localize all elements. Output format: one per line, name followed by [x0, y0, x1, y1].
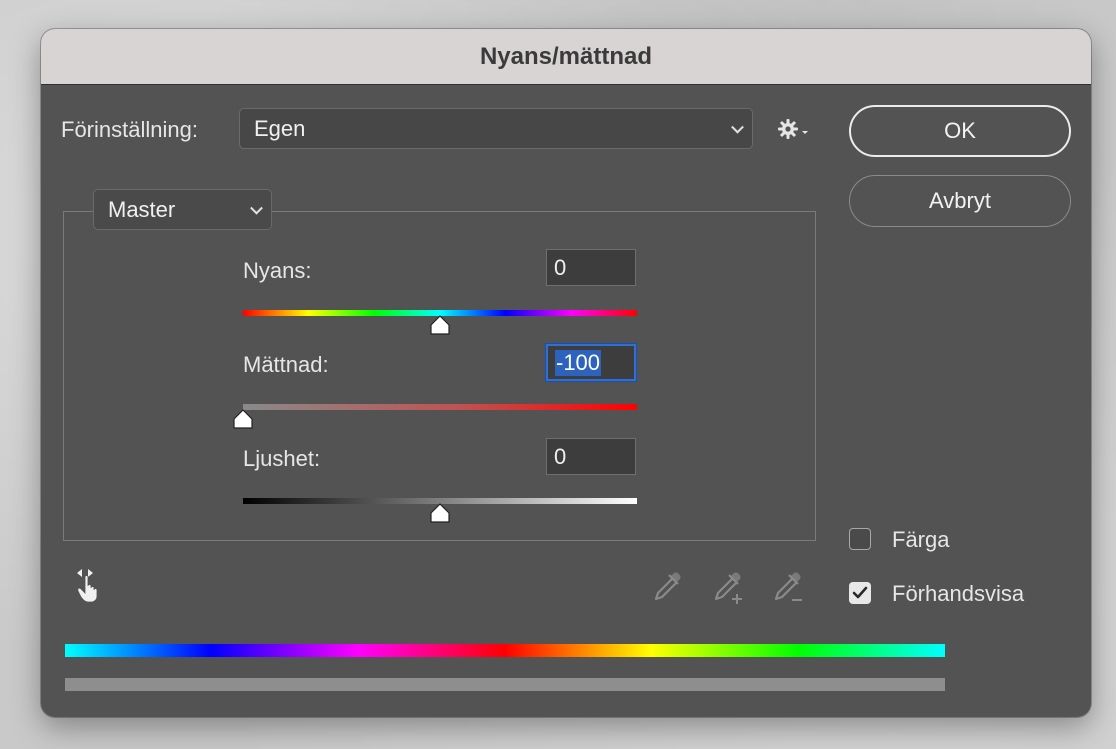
saturation-slider-thumb[interactable]: [232, 408, 254, 430]
chevron-down-icon: [731, 120, 744, 134]
preview-label: Förhandsvisa: [892, 581, 1025, 606]
eyedropper-subtract-icon[interactable]: [770, 569, 806, 607]
saturation-input[interactable]: -100: [546, 344, 636, 381]
channel-value: Master: [108, 196, 176, 222]
hue-label: Nyans:: [243, 258, 312, 283]
adjustment-group: [63, 211, 816, 541]
colorize-label: Färga: [892, 527, 950, 552]
eyedropper-icon[interactable]: [650, 569, 686, 605]
eyedropper-add-icon[interactable]: [710, 569, 746, 607]
hue-saturation-dialog: Nyans/mättnad Förinställning: Egen OK Av…: [41, 29, 1091, 717]
preset-select[interactable]: Egen: [239, 108, 753, 149]
cancel-button[interactable]: Avbryt: [849, 175, 1071, 227]
gear-icon[interactable]: [777, 117, 811, 141]
output-spectrum-bar: [65, 678, 945, 691]
preset-value: Egen: [254, 115, 306, 141]
dialog-title: Nyans/mättnad: [479, 42, 653, 70]
hue-slider-thumb[interactable]: [429, 314, 451, 336]
lightness-label: Ljushet:: [243, 446, 321, 471]
ok-button[interactable]: OK: [849, 105, 1071, 157]
lightness-input[interactable]: 0: [546, 438, 636, 475]
preview-checkbox[interactable]: [849, 582, 871, 604]
preset-label: Förinställning:: [61, 117, 198, 142]
channel-select[interactable]: Master: [93, 189, 272, 230]
chevron-down-icon: [250, 201, 263, 215]
hand-adjust-icon[interactable]: [75, 567, 107, 603]
input-spectrum-bar: [65, 644, 945, 657]
colorize-checkbox[interactable]: [849, 528, 871, 550]
title-bar[interactable]: Nyans/mättnad: [41, 29, 1091, 85]
saturation-value: -100: [555, 349, 602, 376]
saturation-slider-track[interactable]: [243, 404, 637, 410]
lightness-slider-thumb[interactable]: [429, 502, 451, 524]
lightness-value: 0: [554, 443, 567, 469]
saturation-label: Mättnad:: [243, 352, 329, 377]
hue-input[interactable]: 0: [546, 249, 636, 286]
hue-value: 0: [554, 254, 567, 280]
checkmark-icon: [852, 586, 868, 599]
